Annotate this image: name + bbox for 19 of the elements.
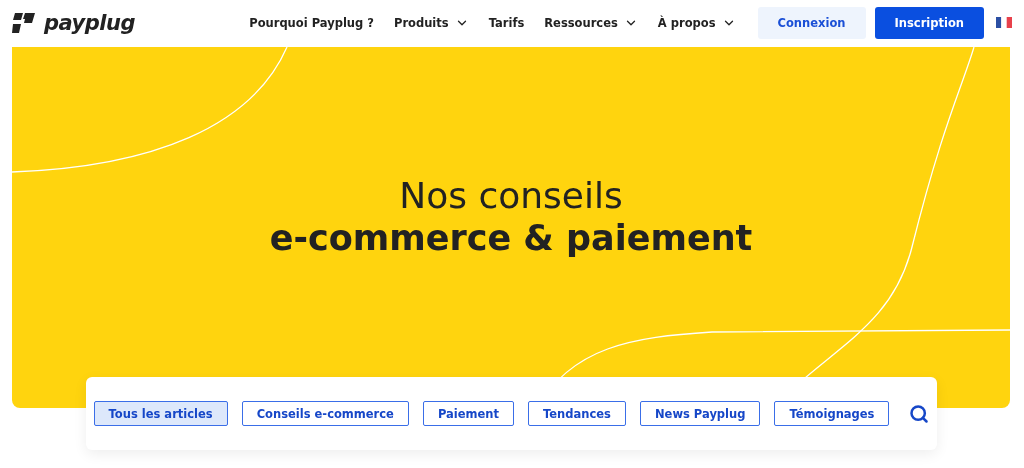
filter-tab[interactable]: News Payplug — [639, 401, 761, 426]
filter-tab[interactable]: Paiement — [422, 401, 514, 426]
nav-link[interactable]: À propos — [657, 15, 736, 30]
filter-tab[interactable]: Conseils e-commerce — [241, 401, 409, 426]
filter-tab[interactable]: Tous les articles — [93, 401, 228, 426]
nav-link[interactable]: Pourquoi Payplug ? — [249, 15, 374, 30]
nav-link[interactable]: Tarifs — [488, 15, 525, 30]
filter-tab[interactable]: Témoignages — [774, 401, 890, 426]
filter-tab[interactable]: Tendances — [528, 401, 626, 426]
signup-button[interactable]: Inscription — [874, 6, 984, 39]
nav-link[interactable]: Ressources — [544, 15, 638, 30]
nav-link[interactable]: Produits — [393, 15, 469, 30]
hero-subtitle: e-commerce & paiement — [269, 218, 753, 258]
search-icon[interactable] — [909, 403, 930, 424]
hero-title: Nos conseils — [399, 175, 623, 216]
flag-icon[interactable] — [996, 17, 1012, 28]
logo-icon — [12, 11, 38, 34]
logo-text[interactable]: payplug — [44, 10, 135, 35]
login-button[interactable]: Connexion — [757, 6, 866, 39]
